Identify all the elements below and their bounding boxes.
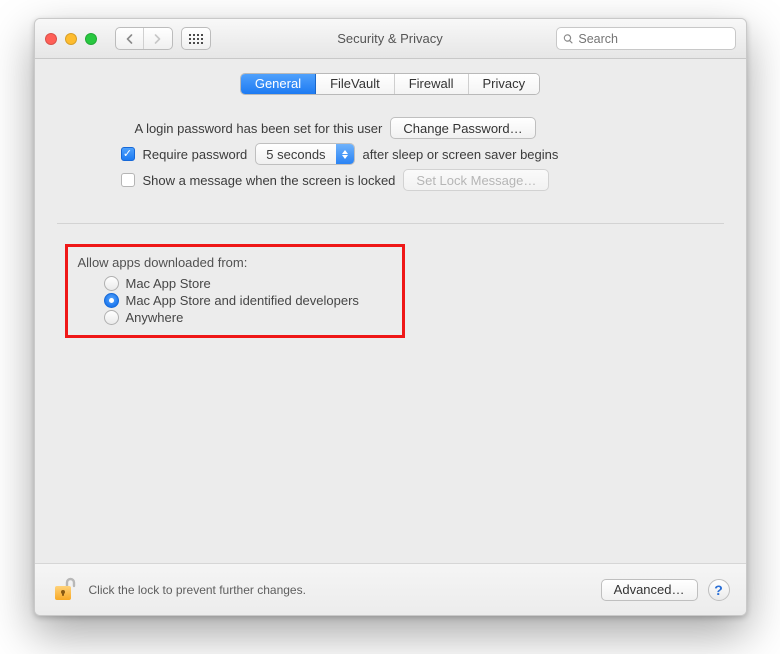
nav-back-forward: [115, 27, 173, 50]
chevron-right-icon: [153, 34, 162, 44]
forward-button[interactable]: [144, 28, 172, 49]
password-set-text: A login password has been set for this u…: [135, 121, 383, 136]
content: A login password has been set for this u…: [35, 113, 746, 563]
tab-privacy[interactable]: Privacy: [469, 74, 540, 94]
radio-button[interactable]: [104, 293, 119, 308]
lock-description: Click the lock to prevent further change…: [89, 583, 591, 597]
stepper-icon: [336, 144, 354, 164]
require-password-delay-select[interactable]: 5 seconds: [255, 143, 354, 165]
require-password-row: Require password 5 seconds after sleep o…: [121, 143, 684, 165]
close-window-button[interactable]: [45, 33, 57, 45]
grid-icon: [189, 34, 203, 44]
set-lock-message-button: Set Lock Message…: [403, 169, 549, 191]
tabs: General FileVault Firewall Privacy: [240, 73, 540, 95]
help-button[interactable]: ?: [708, 579, 730, 601]
zoom-window-button[interactable]: [85, 33, 97, 45]
advanced-button[interactable]: Advanced…: [601, 579, 698, 601]
search-field[interactable]: [556, 27, 736, 50]
lock-message-row: Show a message when the screen is locked…: [121, 169, 684, 191]
allow-apps-option-app-store[interactable]: Mac App Store: [104, 276, 392, 291]
search-input[interactable]: [578, 32, 728, 46]
radio-label: Anywhere: [126, 310, 184, 325]
divider: [57, 223, 724, 224]
allow-apps-title: Allow apps downloaded from:: [78, 255, 392, 270]
radio-label: Mac App Store: [126, 276, 211, 291]
search-icon: [563, 33, 574, 45]
unlocked-padlock-icon: [53, 576, 77, 604]
lock-button[interactable]: [51, 575, 79, 605]
lock-message-checkbox[interactable]: [121, 173, 135, 187]
lock-message-label: Show a message when the screen is locked: [143, 173, 396, 188]
show-all-button[interactable]: [181, 27, 211, 50]
require-password-delay-value: 5 seconds: [256, 144, 335, 164]
tab-filevault[interactable]: FileVault: [316, 74, 395, 94]
allow-apps-option-identified[interactable]: Mac App Store and identified developers: [104, 293, 392, 308]
back-button[interactable]: [116, 28, 144, 49]
titlebar: Security & Privacy: [35, 19, 746, 59]
login-password-section: A login password has been set for this u…: [57, 117, 724, 223]
footer: Click the lock to prevent further change…: [35, 563, 746, 615]
security-privacy-window: Security & Privacy General FileVault Fir…: [34, 18, 747, 616]
change-password-button[interactable]: Change Password…: [390, 117, 535, 139]
radio-button[interactable]: [104, 276, 119, 291]
require-password-checkbox[interactable]: [121, 147, 135, 161]
radio-label: Mac App Store and identified developers: [126, 293, 359, 308]
require-password-pre-label: Require password: [143, 147, 248, 162]
tabs-container: General FileVault Firewall Privacy: [35, 59, 746, 113]
minimize-window-button[interactable]: [65, 33, 77, 45]
window-controls: [45, 33, 97, 45]
tab-firewall[interactable]: Firewall: [395, 74, 469, 94]
radio-button[interactable]: [104, 310, 119, 325]
require-password-post-label: after sleep or screen saver begins: [363, 147, 559, 162]
allow-apps-section: Allow apps downloaded from: Mac App Stor…: [65, 244, 405, 338]
password-set-row: A login password has been set for this u…: [135, 117, 684, 139]
chevron-left-icon: [125, 34, 134, 44]
allow-apps-option-anywhere[interactable]: Anywhere: [104, 310, 392, 325]
tab-general[interactable]: General: [241, 74, 316, 94]
